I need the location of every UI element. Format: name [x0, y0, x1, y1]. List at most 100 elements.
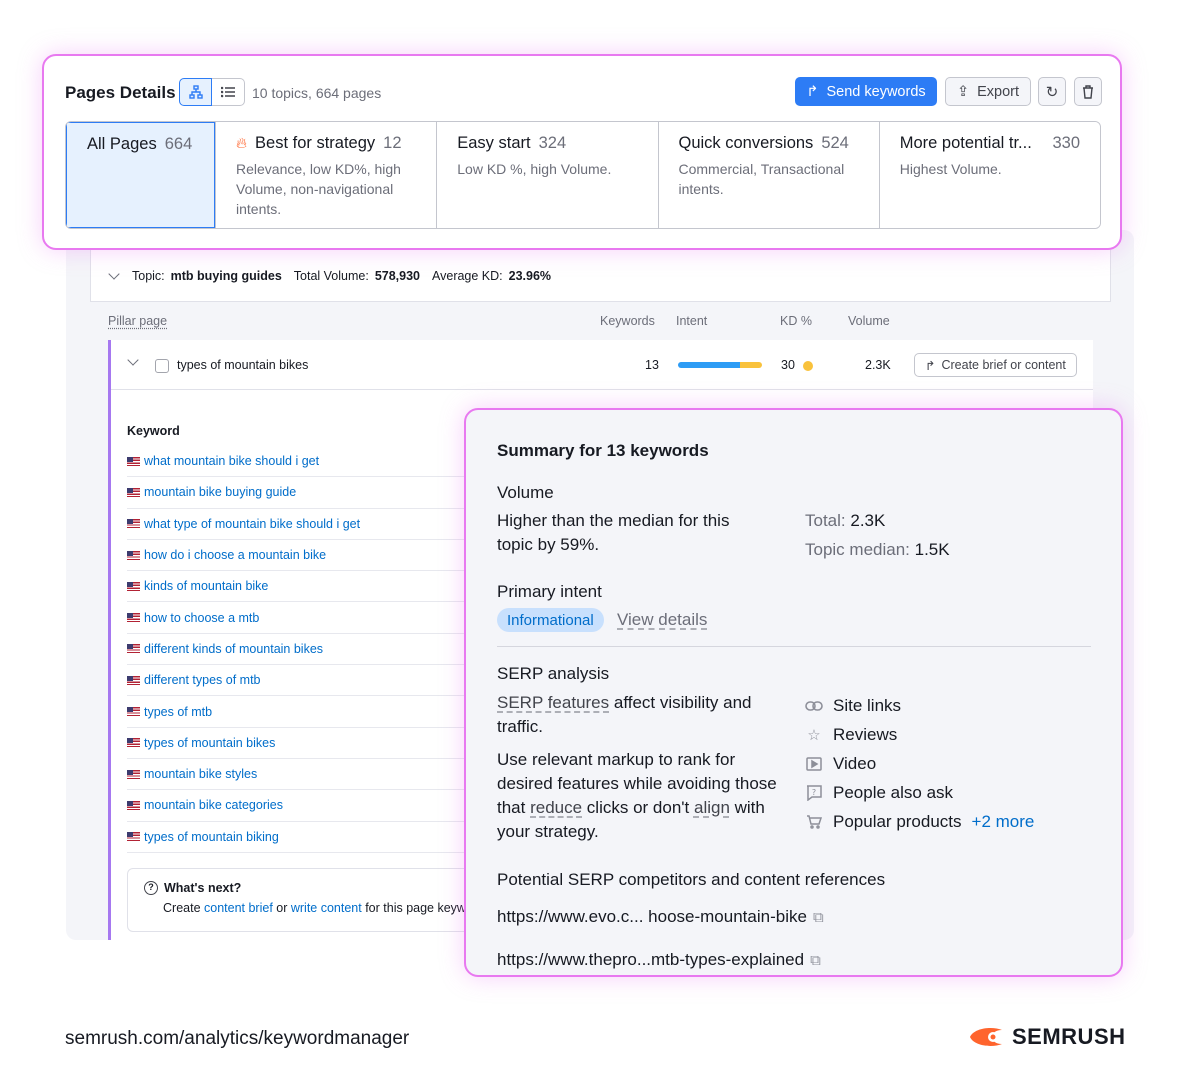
tab-count: 324: [538, 134, 567, 152]
feature-reviews: ☆ Reviews: [805, 720, 1034, 749]
export-button[interactable]: ⇪ Export: [945, 77, 1031, 106]
tab-description: Commercial, Transactional intents.: [678, 161, 845, 197]
cart-icon: [805, 813, 823, 831]
keyword-link[interactable]: different kinds of mountain bikes: [144, 642, 323, 656]
intent-heading: Primary intent: [497, 582, 602, 601]
keyword-row[interactable]: mountain bike styles: [127, 759, 477, 791]
keyword-link[interactable]: kinds of mountain bike: [144, 579, 268, 593]
markup-text: Use relevant markup to rank for desired …: [497, 748, 787, 844]
tab-title: More potential tr...: [899, 134, 1032, 152]
keyword-link[interactable]: what type of mountain bike should i get: [144, 517, 360, 531]
intent-informational-segment: [678, 362, 740, 368]
us-flag-icon: [127, 581, 140, 591]
keyword-link[interactable]: how do i choose a mountain bike: [144, 548, 326, 562]
column-kd[interactable]: KD %: [780, 314, 812, 328]
us-flag-icon: [127, 738, 140, 748]
column-intent[interactable]: Intent: [676, 314, 707, 328]
refresh-button[interactable]: ↻: [1038, 77, 1066, 106]
keyword-row[interactable]: mountain bike categories: [127, 790, 477, 822]
tab-count: 524: [821, 134, 849, 152]
external-link-icon[interactable]: ⧉: [813, 909, 824, 926]
competitor-url[interactable]: https://www.evo.c... hoose-mountain-bike…: [497, 907, 824, 927]
external-link-icon[interactable]: ⧉: [810, 952, 821, 969]
topic-total-volume: 578,930: [374, 269, 420, 283]
keyword-row[interactable]: different types of mtb: [127, 665, 477, 697]
topic-row[interactable]: Topic: mtb buying guides Total Volume: 5…: [108, 268, 552, 283]
competitor-url-text[interactable]: https://www.thepro...mtb-types-explained: [497, 950, 804, 970]
pages-details-panel: Pages Details 10 topics, 664 pages ↱ Sen…: [42, 54, 1122, 250]
tab-easy-start[interactable]: Easy start 324 Low KD %, high Volume.: [436, 122, 658, 228]
topics-pages-count: 10 topics, 664 pages: [252, 85, 382, 101]
keyword-row[interactable]: mountain bike buying guide: [127, 477, 477, 509]
footer-url: semrush.com/analytics/keywordmanager: [65, 1028, 410, 1049]
keyword-row[interactable]: types of mountain biking: [127, 822, 477, 853]
divider: [497, 646, 1091, 647]
chevron-down-icon[interactable]: [108, 268, 120, 280]
refresh-icon: ↻: [1045, 83, 1059, 101]
delete-button[interactable]: [1074, 77, 1102, 106]
topic-total-label: Total Volume:: [293, 269, 369, 283]
keyword-row[interactable]: how do i choose a mountain bike: [127, 540, 477, 572]
keyword-row[interactable]: types of mountain bikes: [127, 728, 477, 759]
semrush-flame-logo: [970, 1028, 1002, 1046]
keyword-link[interactable]: what mountain bike should i get: [144, 454, 319, 468]
keyword-link[interactable]: types of mountain bikes: [144, 736, 275, 750]
keyword-link[interactable]: types of mountain biking: [144, 830, 279, 844]
keyword-row[interactable]: what mountain bike should i get: [127, 446, 477, 478]
create-brief-label: Create brief or content: [941, 358, 1066, 372]
more-features-link[interactable]: +2 more: [972, 812, 1035, 832]
keyword-row[interactable]: kinds of mountain bike: [127, 571, 477, 603]
topic-average-kd: 23.96%: [508, 269, 552, 283]
create-brief-button[interactable]: ↱ Create brief or content: [914, 353, 1077, 377]
column-pillar-page[interactable]: Pillar page: [108, 314, 167, 328]
pillar-row[interactable]: types of mountain bikes 13 30 2.3K ↱ Cre…: [111, 340, 1093, 390]
column-volume[interactable]: Volume: [848, 314, 890, 328]
keyword-link[interactable]: mountain bike styles: [144, 767, 257, 781]
content-brief-link[interactable]: content brief: [204, 901, 273, 915]
send-keywords-button[interactable]: ↱ Send keywords: [795, 77, 937, 106]
us-flag-icon: [127, 519, 140, 529]
keyword-link[interactable]: mountain bike buying guide: [144, 485, 296, 499]
upload-icon: ⇪: [956, 83, 970, 100]
keyword-row[interactable]: how to choose a mtb: [127, 602, 477, 634]
reduce-link[interactable]: reduce: [530, 798, 582, 817]
keyword-link[interactable]: mountain bike categories: [144, 798, 283, 812]
keyword-link[interactable]: types of mtb: [144, 705, 212, 719]
list-view-icon[interactable]: [212, 78, 245, 106]
tab-quick-conversions[interactable]: Quick conversions 524 Commercial, Transac…: [657, 122, 879, 228]
whats-next-mid: or: [272, 901, 291, 915]
competitor-url[interactable]: https://www.thepro...mtb-types-explained…: [497, 950, 821, 970]
serp-text: SERP features affect visibility and traf…: [497, 691, 787, 739]
intent-commercial-segment: [740, 362, 762, 368]
view-details-link[interactable]: View details: [617, 610, 707, 630]
question-icon: ?: [805, 784, 823, 802]
feature-label: Video: [833, 753, 877, 773]
align-link[interactable]: align: [694, 798, 730, 817]
tab-more-potential-traffic[interactable]: More potential tr... 330 Highest Volume.: [878, 122, 1100, 228]
tree-view-icon[interactable]: [179, 78, 212, 106]
share-arrow-icon: ↱: [806, 83, 819, 100]
pillar-checkbox[interactable]: [155, 359, 169, 373]
chevron-down-icon[interactable]: [127, 354, 139, 366]
median-label: Topic median:: [805, 540, 910, 559]
keyword-row[interactable]: different kinds of mountain bikes: [127, 634, 477, 666]
volume-heading: Volume: [497, 483, 554, 502]
tab-title: All Pages: [87, 135, 157, 153]
keyword-row[interactable]: what type of mountain bike should i get: [127, 509, 477, 540]
column-keywords[interactable]: Keywords: [600, 314, 655, 328]
total-value: 2.3K: [850, 511, 886, 530]
tab-best-for-strategy[interactable]: 🔥︎ Best for strategy 12 Relevance, low KD%…: [215, 122, 437, 228]
semrush-logo: SEMRUSH: [968, 1024, 1126, 1050]
serp-features-link[interactable]: SERP features: [497, 693, 609, 712]
keyword-row[interactable]: types of mtb: [127, 696, 477, 728]
keyword-link[interactable]: how to choose a mtb: [144, 611, 259, 625]
feature-people-also-ask: ? People also ask: [805, 778, 1034, 807]
us-flag-icon: [127, 487, 140, 497]
feature-site-links: Site links: [805, 691, 1034, 720]
whats-next-title-row: ? What's next?: [144, 881, 510, 895]
write-content-link[interactable]: write content: [291, 901, 362, 915]
tab-all-pages[interactable]: All Pages 664: [66, 122, 215, 228]
competitor-url-text[interactable]: https://www.evo.c... hoose-mountain-bike: [497, 907, 807, 927]
keyword-link[interactable]: different types of mtb: [144, 673, 261, 687]
us-flag-icon: [127, 832, 140, 842]
